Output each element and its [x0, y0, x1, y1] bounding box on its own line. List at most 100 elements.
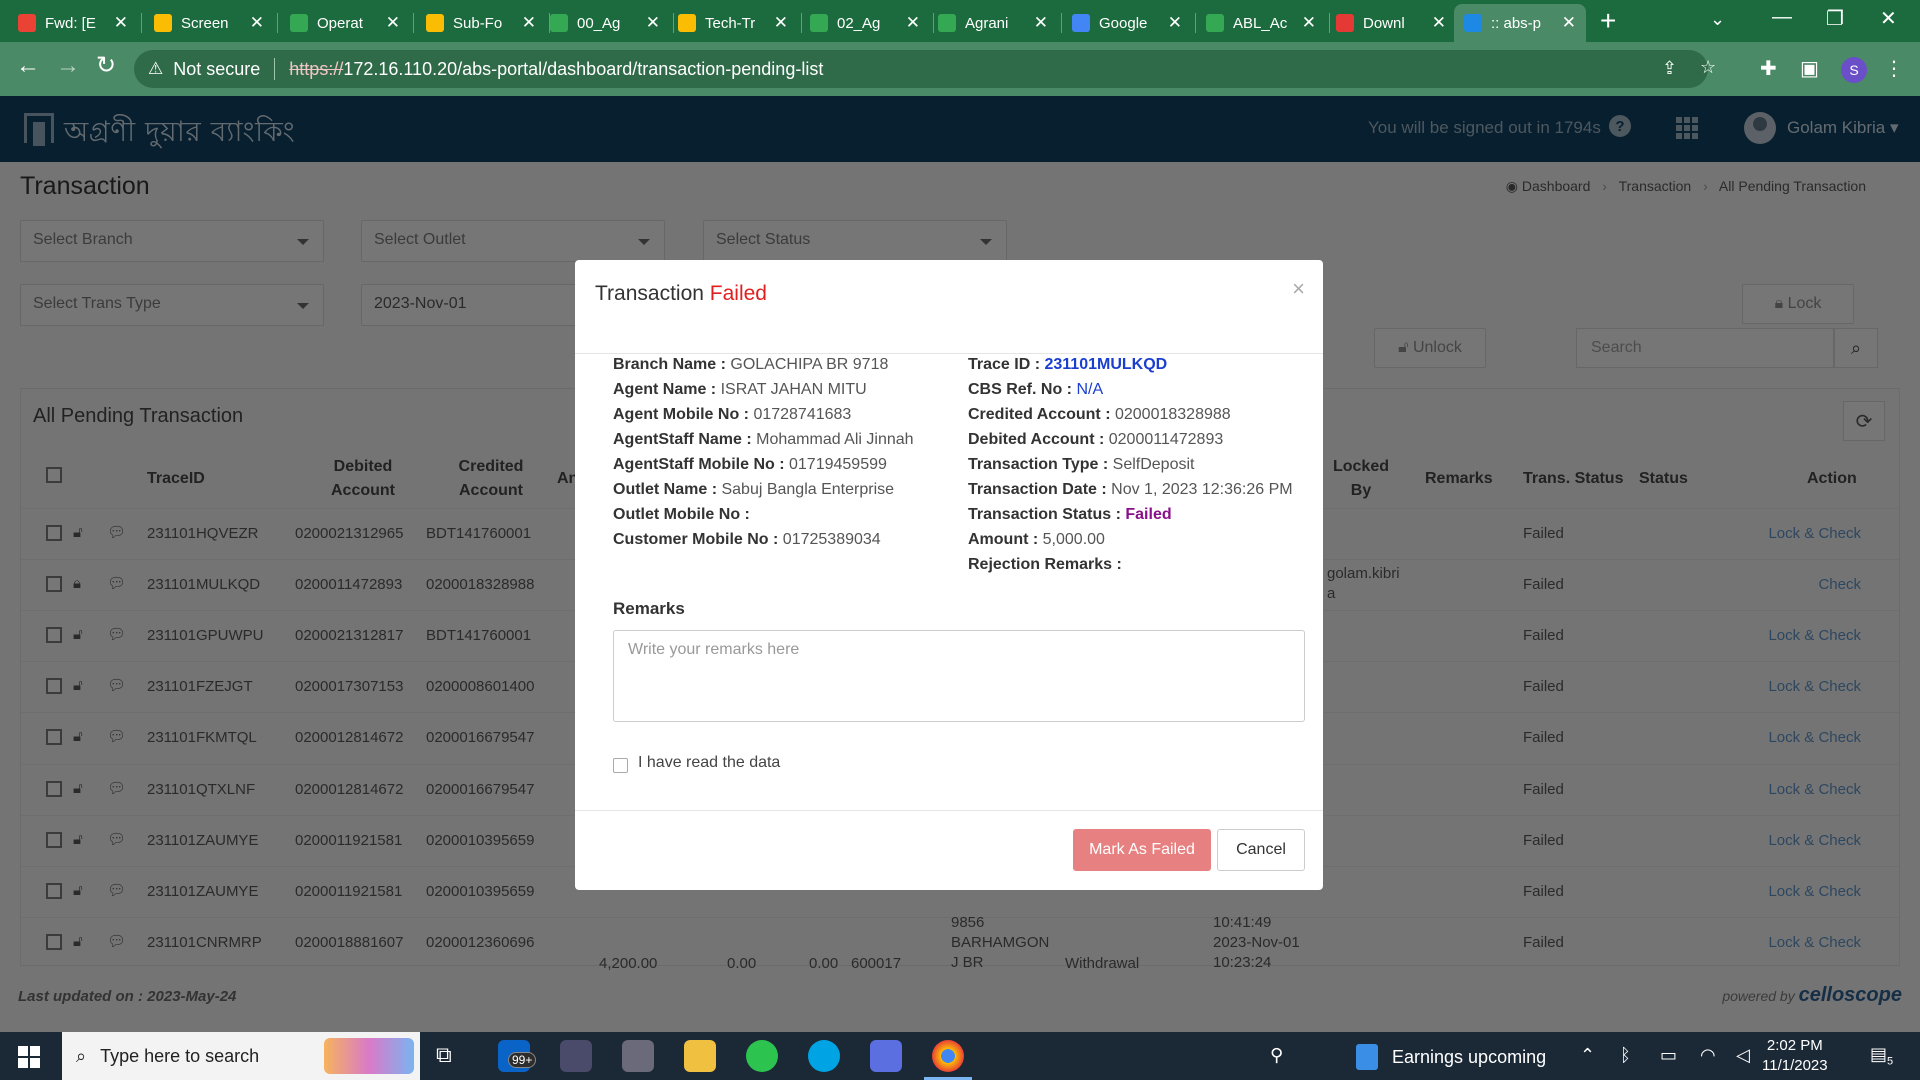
modal-title: Transaction Failed: [595, 282, 767, 305]
clock-date: 11/1/2023: [1762, 1057, 1828, 1074]
weather-text: Earnings upcoming: [1392, 1046, 1547, 1067]
detail-label: AgentStaff Mobile No :: [613, 456, 785, 473]
detail-label: Transaction Type :: [968, 456, 1109, 473]
mark-as-failed-button[interactable]: Mark As Failed: [1073, 829, 1211, 871]
tab-close-icon[interactable]: ✕: [906, 13, 920, 33]
new-tab-button[interactable]: +: [1600, 6, 1616, 36]
read-data-label[interactable]: I have read the data: [638, 754, 780, 772]
browser-tab[interactable]: 00_Ag ✕: [540, 4, 670, 42]
close-icon[interactable]: ×: [1292, 276, 1305, 302]
detail-label: Amount :: [968, 531, 1039, 548]
tab-close-icon[interactable]: ✕: [1034, 13, 1048, 33]
notification-icon[interactable]: ▤5: [1870, 1044, 1893, 1068]
tab-close-icon[interactable]: ✕: [114, 13, 128, 33]
tab-close-icon[interactable]: ✕: [1562, 13, 1576, 33]
search-icon: ⌕: [76, 1045, 87, 1066]
modal-header: Transaction Failed ×: [575, 260, 1323, 354]
tab-title: Sub-Fo: [453, 14, 503, 32]
browser-tab[interactable]: :: abs-p ✕: [1454, 4, 1586, 42]
tab-close-icon[interactable]: ✕: [522, 13, 536, 33]
detail-label: Credited Account :: [968, 406, 1111, 423]
cancel-button[interactable]: Cancel: [1217, 829, 1305, 871]
tab-title: Downl: [1363, 14, 1405, 32]
detail-row: Outlet Name : Sabuj Bangla Enterprise: [613, 477, 894, 502]
skype-icon[interactable]: [808, 1040, 840, 1072]
whatsapp-icon[interactable]: [746, 1040, 778, 1072]
forward-icon[interactable]: →: [56, 54, 80, 78]
detail-label: Outlet Mobile No :: [613, 506, 750, 523]
drive-icon: [678, 14, 696, 32]
detail-row: Customer Mobile No : 01725389034: [613, 527, 881, 552]
tab-close-icon[interactable]: ✕: [250, 13, 264, 33]
wifi-icon[interactable]: ◠: [1700, 1045, 1716, 1066]
windows-taskbar: ⌕ Type here to search ⧉ 99+ ⚲ Earnings u…: [0, 1032, 1920, 1080]
detail-label: Customer Mobile No :: [613, 531, 779, 548]
browser-tab[interactable]: Sub-Fo ✕: [416, 4, 546, 42]
read-data-checkbox[interactable]: [613, 758, 628, 773]
detail-value: Sabuj Bangla Enterprise: [721, 481, 895, 498]
browser-tab[interactable]: Fwd: [E ✕: [8, 4, 138, 42]
url-scheme: https://: [289, 58, 344, 79]
detail-row: AgentStaff Name : Mohammad Ali Jinnah: [613, 427, 914, 452]
profile-avatar[interactable]: S: [1841, 57, 1867, 83]
taskbar-search-placeholder: Type here to search: [100, 1045, 260, 1066]
divider: [274, 58, 276, 80]
weather-widget[interactable]: Earnings upcoming: [1356, 1044, 1546, 1070]
close-window-icon[interactable]: ✕: [1880, 6, 1897, 31]
sheets-icon: [550, 14, 568, 32]
camera-app-icon[interactable]: [622, 1040, 654, 1072]
side-panel-icon[interactable]: ▣: [1800, 56, 1819, 81]
browser-tab[interactable]: Tech-Tr ✕: [668, 4, 798, 42]
task-view-icon[interactable]: ⧉: [436, 1042, 452, 1068]
extensions-icon[interactable]: ✚: [1760, 56, 1777, 81]
tab-close-icon[interactable]: ✕: [1432, 13, 1446, 33]
browser-tab[interactable]: Screen ✕: [144, 4, 274, 42]
detail-label: Agent Mobile No :: [613, 406, 749, 423]
people-icon[interactable]: ⚲: [1270, 1045, 1283, 1066]
detail-label: Debited Account :: [968, 431, 1105, 448]
tab-close-icon[interactable]: ✕: [774, 13, 788, 33]
remarks-textarea[interactable]: [613, 630, 1305, 722]
detail-row: Branch Name : GOLACHIPA BR 9718: [613, 352, 888, 377]
tab-title: Google: [1099, 14, 1148, 32]
detail-row: Transaction Date : Nov 1, 2023 12:36:26 …: [968, 477, 1293, 502]
windows-start-icon[interactable]: [18, 1046, 40, 1068]
tab-title: Fwd: [E: [45, 14, 96, 32]
minimize-icon[interactable]: —: [1772, 6, 1792, 29]
browser-tab[interactable]: 02_Ag ✕: [800, 4, 930, 42]
tab-title: Agrani: [965, 14, 1009, 32]
store-app-icon[interactable]: [560, 1040, 592, 1072]
chevron-up-icon[interactable]: ⌃: [1580, 1045, 1595, 1066]
chrome-icon[interactable]: [924, 1040, 972, 1080]
reload-icon[interactable]: ↻: [96, 54, 116, 78]
address-bar[interactable]: ⚠ Not secure https:// 172.16.110.20/abs-…: [134, 50, 1716, 88]
restore-icon[interactable]: ❐: [1826, 6, 1844, 31]
browser-tab[interactable]: Downl ✕: [1326, 4, 1456, 42]
tab-search-icon[interactable]: ⌄: [1710, 9, 1725, 30]
browser-tab[interactable]: ABL_Ac ✕: [1196, 4, 1326, 42]
tab-close-icon[interactable]: ✕: [1168, 13, 1182, 33]
bluetooth-icon[interactable]: ᛒ: [1620, 1045, 1631, 1066]
back-icon[interactable]: ←: [16, 54, 40, 78]
tab-close-icon[interactable]: ✕: [386, 13, 400, 33]
volume-icon[interactable]: ◁: [1736, 1045, 1750, 1066]
menu-kebab-icon[interactable]: ⋮: [1884, 56, 1904, 81]
browser-tab[interactable]: Agrani ✕: [928, 4, 1058, 42]
detail-value: 01719459599: [789, 456, 887, 473]
copilot-icon[interactable]: [870, 1040, 902, 1072]
meet-icon[interactable]: ▭: [1660, 1045, 1677, 1066]
tab-close-icon[interactable]: ✕: [646, 13, 660, 33]
tab-close-icon[interactable]: ✕: [1302, 13, 1316, 33]
system-clock[interactable]: 2:02 PM 11/1/2023: [1762, 1036, 1828, 1076]
news-icon: [1356, 1044, 1378, 1070]
browser-tab[interactable]: Operat ✕: [280, 4, 410, 42]
bookmark-star-icon[interactable]: ☆: [1700, 57, 1716, 78]
browser-tab[interactable]: Google ✕: [1062, 4, 1192, 42]
tab-title: 02_Ag: [837, 14, 881, 32]
tab-title: :: abs-p: [1491, 14, 1542, 32]
taskbar-search[interactable]: ⌕ Type here to search: [62, 1032, 420, 1080]
mail-badge: 99+: [508, 1052, 537, 1068]
share-icon[interactable]: ⇪: [1662, 58, 1677, 79]
file-explorer-icon[interactable]: [684, 1040, 716, 1072]
url-text: 172.16.110.20/abs-portal/dashboard/trans…: [343, 58, 824, 79]
